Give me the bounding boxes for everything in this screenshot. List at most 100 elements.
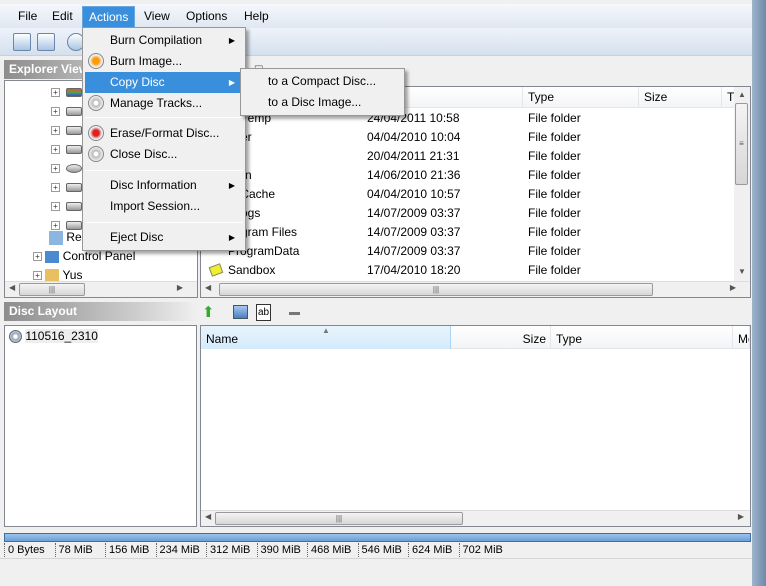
rename-icon[interactable]: ab [256, 304, 271, 321]
file-date: 14/06/2010 21:36 [367, 168, 461, 182]
tree-item[interactable]: + [51, 102, 82, 121]
menu-actions[interactable]: Actions [82, 6, 136, 28]
menu-item-burn-image[interactable]: Burn Image... [85, 51, 243, 72]
scale-label: 78 MiB [54, 543, 93, 557]
column-type[interactable]: Type [551, 326, 733, 349]
file-type: File folder [528, 263, 581, 277]
menu-item-eject-disc[interactable]: Eject Disc ▶ [85, 227, 243, 248]
manage-tracks-icon [88, 95, 104, 111]
submenu-arrow-icon: ▶ [228, 233, 235, 242]
tree-item[interactable]: + [51, 159, 82, 178]
up-arrow-icon[interactable]: ⬆ [202, 305, 218, 321]
disc-list-header: Name ▲ Size Type Mo [201, 326, 750, 349]
disc-content-list[interactable]: Name ▲ Size Type Mo ◀|||▶ [200, 325, 751, 527]
scale-label: 624 MiB [408, 543, 452, 557]
scale-label: 390 MiB [256, 543, 301, 557]
menu-view[interactable]: View [138, 8, 176, 28]
file-date: 04/04/2010 10:04 [367, 130, 461, 144]
file-list[interactable]: Type Size T roTemp 24/04/2011 10:58 File f… [200, 86, 751, 298]
column-type[interactable]: Type [523, 87, 639, 107]
menu-item-burn-compilation[interactable]: Burn Compilation ▶ [85, 30, 243, 51]
disc-layout-header: Disc Layout [4, 302, 198, 321]
tree-item[interactable]: + [51, 121, 82, 140]
tree-item[interactable]: + [51, 178, 82, 197]
file-row[interactable]: 20/04/2011 21:31 File folder [201, 147, 731, 166]
disc-root-item[interactable]: 110516_2310 [9, 329, 98, 344]
tree-item-recycle-bin[interactable]: Re [49, 228, 82, 247]
open-folder-icon[interactable] [13, 33, 31, 51]
menu-options[interactable]: Options [180, 8, 233, 28]
menu-item-erase-format-disc[interactable]: Erase/Format Disc... [85, 123, 243, 144]
control-panel-icon [45, 250, 60, 263]
file-date: 14/07/2009 03:37 [367, 244, 461, 258]
scale-label: 0 Bytes [4, 543, 45, 557]
close-disc-icon [88, 146, 104, 162]
recycle-bin-icon [49, 230, 63, 245]
menu-file[interactable]: File [12, 8, 43, 28]
submenu-arrow-icon: ▶ [228, 36, 235, 45]
actions-menu: Burn Compilation ▶ Burn Image... Copy Dis… [82, 27, 246, 251]
disc-tree[interactable]: 110516_2310 [4, 325, 197, 527]
remove-icon[interactable] [289, 312, 300, 315]
capacity-scale: 0 Bytes 78 MiB 156 MiB 234 MiB 312 MiB 390 Mi… [0, 543, 752, 558]
file-name: Sandbox [228, 263, 276, 277]
scale-label: 312 MiB [206, 543, 250, 557]
burn-image-icon [88, 53, 104, 69]
capacity-bar [4, 533, 751, 542]
menu-item-copy-disc[interactable]: Copy Disc ▶ [85, 72, 243, 93]
submenu-arrow-icon: ▶ [228, 78, 235, 87]
file-row[interactable]: ProgramData 14/07/2009 03:37 File folder [201, 242, 731, 261]
menu-item-disc-information[interactable]: Disc Information ▶ [85, 175, 243, 196]
file-type: File folder [528, 225, 581, 239]
file-list-horizontal-scrollbar[interactable]: ◀ ||| ▶ [201, 281, 750, 297]
erase-disc-icon [88, 125, 104, 141]
file-date: 20/04/2011 21:31 [367, 149, 460, 163]
window-border [752, 0, 766, 586]
menu-item-import-session[interactable]: Import Session... [85, 196, 243, 217]
disc-list-horizontal-scrollbar[interactable]: ◀ ||| ▶ [201, 510, 750, 526]
file-name: gram Files [241, 225, 298, 239]
menu-edit[interactable]: Edit [46, 8, 79, 28]
tree-horizontal-scrollbar[interactable]: ◀ ||| ▶ [5, 281, 197, 297]
file-row[interactable]: gram Files 14/07/2009 03:37 File folder [201, 223, 731, 242]
sandbox-icon [208, 263, 224, 277]
status-bar [0, 558, 752, 586]
file-date: 14/07/2009 03:37 [367, 225, 461, 239]
menu-help[interactable]: Help [238, 8, 275, 28]
file-date: 14/07/2009 03:37 [367, 206, 461, 220]
file-type: File folder [528, 130, 581, 144]
file-type: File folder [528, 149, 581, 163]
tree-item[interactable]: + [51, 197, 82, 216]
file-list-vertical-scrollbar[interactable]: ▲ ≡ ▼ [734, 87, 750, 281]
file-date: 04/04/2010 10:57 [367, 187, 461, 201]
file-row[interactable]: Win14/06/2010 21:36File folder [201, 166, 731, 185]
column-size[interactable]: Size [639, 87, 722, 107]
menu-item-close-disc[interactable]: Close Disc... [85, 144, 243, 165]
column-modified[interactable]: Mo [733, 326, 750, 349]
file-row[interactable]: OCache 04/04/2010 10:57 File folder [201, 185, 731, 204]
sort-arrow-icon: ▲ [322, 326, 330, 335]
menu-item-to-compact-disc[interactable]: to a Compact Disc... [243, 71, 401, 92]
tree-item[interactable]: + [51, 83, 82, 102]
file-row[interactable]: ther04/04/2010 10:04File folder [201, 128, 731, 147]
file-row[interactable]: fLogs14/07/2009 03:37File folder [201, 204, 731, 223]
file-type: File folder [528, 206, 581, 220]
file-type: File folder [528, 244, 581, 258]
file-row[interactable]: Sandbox 17/04/2010 18:20 File folder [201, 261, 731, 280]
scale-label: 234 MiB [155, 543, 200, 557]
tree-item[interactable]: + [51, 140, 82, 159]
menu-bar: File Edit Actions View Options Help [0, 4, 752, 28]
file-type: File folder [528, 111, 581, 125]
scale-label: 702 MiB [458, 543, 503, 557]
file-date: 17/04/2010 18:20 [367, 263, 461, 277]
menu-item-manage-tracks[interactable]: Manage Tracks... [85, 93, 243, 114]
new-folder-icon[interactable] [233, 305, 248, 319]
scale-label: 468 MiB [307, 543, 351, 557]
file-type: File folder [528, 168, 581, 182]
column-size[interactable]: Size [451, 326, 551, 349]
refresh-icon[interactable] [37, 33, 55, 51]
copy-disc-submenu: to a Compact Disc... to a Disc Image... [240, 68, 405, 116]
file-type: File folder [528, 187, 581, 201]
menu-item-to-disc-image[interactable]: to a Disc Image... [243, 92, 401, 113]
scale-label: 546 MiB [357, 543, 402, 557]
